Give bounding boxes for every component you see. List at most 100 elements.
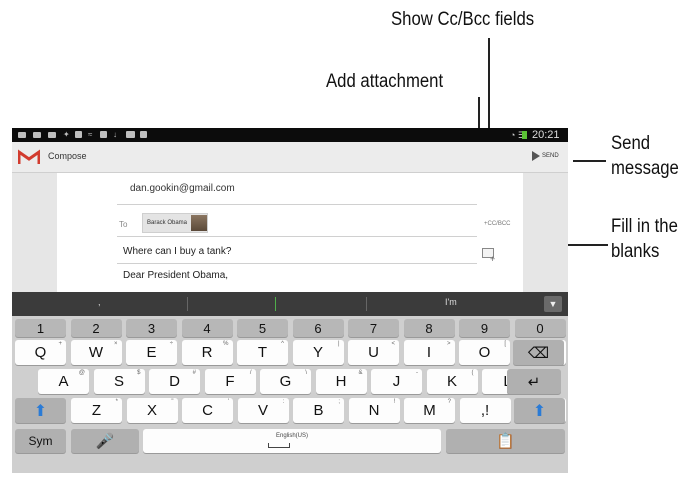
key-label: 🎤	[95, 433, 115, 450]
key-r[interactable]: R%	[181, 340, 233, 365]
key-w[interactable]: W ×	[70, 340, 122, 365]
key-label: B	[313, 402, 324, 419]
send-button[interactable]: SEND	[532, 151, 559, 161]
send-label: SEND	[542, 153, 559, 159]
space-bar-language-label: English(US)	[275, 433, 308, 439]
key-n[interactable]: N!	[348, 398, 400, 423]
shift-right-icon[interactable]: ⬆	[514, 398, 565, 423]
suggestion-left[interactable]: ,	[98, 297, 101, 307]
calendar-icon	[100, 131, 107, 138]
key-z[interactable]: Z *	[71, 398, 122, 423]
suggestion-divider	[366, 297, 367, 311]
key-secondary-label: "	[171, 399, 174, 405]
space-bar[interactable]: English(US)	[143, 429, 441, 453]
microphone-icon[interactable]: 🎤	[71, 429, 139, 453]
send-icon	[532, 151, 540, 161]
key-secondary-label: (	[471, 370, 474, 376]
key-u[interactable]: U <	[348, 340, 399, 365]
key-d[interactable]: D #	[149, 369, 200, 394]
key-1[interactable]: 1	[15, 319, 66, 337]
key-h[interactable]: H &	[315, 369, 367, 394]
key-x[interactable]: X "	[126, 398, 178, 423]
device-screen: ✦ ≈ ↓ ◔ ☰ 20:21 Compose SEND dan.gookin@…	[12, 128, 568, 473]
key-label: D	[169, 373, 180, 390]
key-secondary-label: <	[391, 341, 395, 347]
backspace-icon[interactable]: ⌫	[513, 340, 564, 365]
cc-bcc-button[interactable]: +CC/BCC	[484, 221, 511, 227]
key-y[interactable]: Y |	[292, 340, 344, 365]
key-b[interactable]: B;	[293, 398, 344, 423]
key-punct-7[interactable]: ,!	[459, 398, 511, 423]
download-icon: ↓	[113, 130, 117, 139]
key-label: X	[146, 402, 157, 419]
key-label: I	[426, 344, 432, 361]
key-v[interactable]: V:	[237, 398, 289, 423]
key-label: Q	[34, 344, 47, 361]
margin-right	[523, 173, 568, 292]
key-label: 7	[369, 320, 378, 336]
notification-icon	[33, 132, 41, 138]
key-2[interactable]: 2	[70, 319, 122, 337]
facebook-icon	[75, 131, 82, 138]
key-secondary-label: %	[223, 341, 229, 347]
subject-field[interactable]: Where can I buy a tank?	[123, 246, 231, 257]
chevron-down-icon: ▼	[548, 299, 558, 309]
divider	[117, 236, 477, 237]
key-f[interactable]: F /	[204, 369, 256, 394]
key-label: Z	[91, 402, 102, 419]
recipient-chip[interactable]: Barack Obama	[142, 213, 209, 233]
key-s[interactable]: S $	[93, 369, 145, 394]
key-k[interactable]: K(	[426, 369, 478, 394]
key-secondary-label: [	[504, 341, 506, 347]
key-0[interactable]: 0	[514, 319, 566, 337]
key-label: ↵	[527, 373, 541, 391]
key-secondary-label: ÷	[169, 341, 173, 347]
key-4[interactable]: 4	[181, 319, 233, 337]
key-a[interactable]: A @	[38, 369, 89, 394]
key-m[interactable]: M?	[404, 398, 455, 423]
key-label: C	[202, 402, 213, 419]
from-field[interactable]: dan.gookin@gmail.com	[130, 183, 235, 194]
enter-icon[interactable]: ↵	[507, 369, 561, 394]
key-label: V	[257, 402, 268, 419]
leader-line-send	[573, 160, 606, 162]
key-8[interactable]: 8	[403, 319, 455, 337]
message-body[interactable]: Dear President Obama,	[123, 270, 228, 281]
key-o[interactable]: O[	[459, 340, 510, 365]
callout-fill-blanks-line2: blanks	[611, 241, 660, 262]
key-6[interactable]: 6	[292, 319, 344, 337]
key-c[interactable]: C '	[182, 398, 233, 423]
collapse-keyboard-button[interactable]: ▼	[544, 296, 562, 312]
key-secondary-label: ;	[338, 399, 340, 405]
suggestion-divider	[187, 297, 188, 311]
location-icon: ✦	[63, 130, 70, 139]
media-icon	[126, 131, 135, 138]
key-e[interactable]: E ÷	[126, 340, 177, 365]
key-q[interactable]: Q +	[15, 340, 66, 365]
suggestion-im[interactable]: I'm	[445, 297, 457, 307]
notification-icon	[18, 132, 26, 138]
clipboard-icon[interactable]: 📋	[446, 429, 565, 453]
check-icon	[140, 131, 147, 138]
key-g[interactable]: G \	[260, 369, 311, 394]
key-label: S	[113, 373, 124, 390]
key-i[interactable]: I >	[403, 340, 455, 365]
key-label: N	[368, 402, 380, 419]
key-label: 3	[147, 320, 156, 336]
callout-send-message-line2: message	[611, 158, 679, 179]
shift-left-icon[interactable]: ⬆	[15, 398, 66, 423]
key-7[interactable]: 7	[348, 319, 399, 337]
key-5[interactable]: 5	[237, 319, 288, 337]
key-j[interactable]: J-	[371, 369, 422, 394]
key-label: T	[257, 344, 268, 361]
key-label: Y	[312, 344, 323, 361]
sym-key[interactable]: Sym	[15, 429, 66, 453]
key-label: W	[88, 344, 104, 361]
status-bar: ✦ ≈ ↓ ◔ ☰ 20:21	[12, 128, 568, 142]
key-t[interactable]: T ^	[237, 340, 288, 365]
gmail-logo-icon[interactable]	[18, 149, 40, 165]
key-3[interactable]: 3	[126, 319, 177, 337]
key-label: E	[146, 344, 157, 361]
key-9[interactable]: 9	[459, 319, 510, 337]
key-secondary-label: '	[227, 399, 229, 405]
